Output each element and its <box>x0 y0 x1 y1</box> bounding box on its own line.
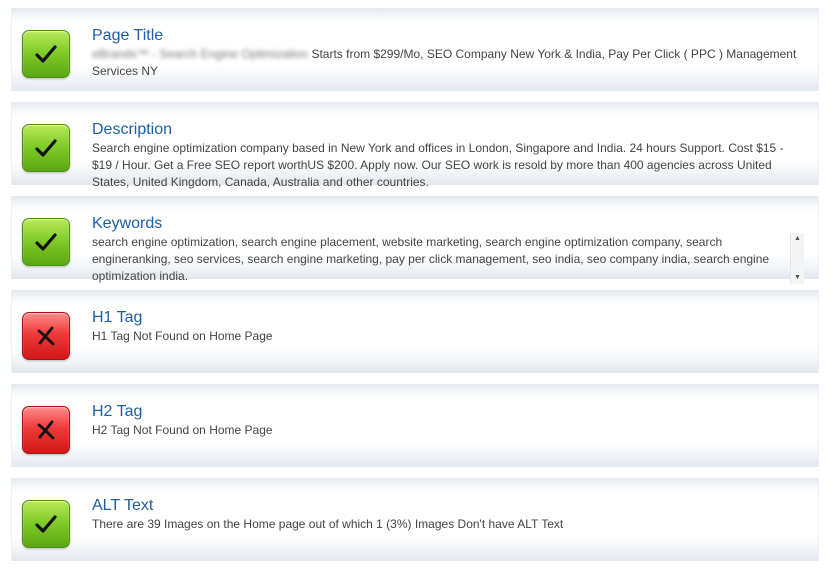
check-title: ALT Text <box>92 497 154 514</box>
check-row-h1-tag: H1 Tag H1 Tag Not Found on Home Page <box>11 290 819 373</box>
check-row-keywords: Keywords search engine optimization, sea… <box>11 196 819 284</box>
pass-badge <box>22 500 70 548</box>
check-icon <box>35 139 57 157</box>
check-content: ALT Text There are 39 Images on the Home… <box>92 496 804 533</box>
check-text: H1 Tag Not Found on Home Page <box>92 329 273 343</box>
check-title: Keywords <box>92 215 163 232</box>
check-row-alt-text: ALT Text There are 39 Images on the Home… <box>11 478 819 561</box>
seo-check-list: Page Title eBrands™ - Search Engine Opti… <box>0 0 839 571</box>
check-title: H1 Tag <box>92 309 143 326</box>
check-icon <box>35 45 57 63</box>
check-row-h2-tag: H2 Tag H2 Tag Not Found on Home Page <box>11 384 819 467</box>
check-text: H2 Tag Not Found on Home Page <box>92 423 273 437</box>
blurred-brand-text: eBrands™ - Search Engine Optimization <box>92 47 309 61</box>
check-text: Search engine optimization company based… <box>92 141 784 189</box>
fail-badge <box>22 406 70 454</box>
check-content: Page Title eBrands™ - Search Engine Opti… <box>92 26 804 80</box>
check-row-page-title: Page Title eBrands™ - Search Engine Opti… <box>11 8 819 91</box>
scroll-down-icon[interactable]: ▼ <box>791 272 804 284</box>
scroll-up-icon[interactable]: ▲ <box>791 233 804 245</box>
check-content: Keywords search engine optimization, sea… <box>92 214 804 284</box>
fail-badge <box>22 312 70 360</box>
check-title: H2 Tag <box>92 403 143 420</box>
check-icon <box>35 233 57 251</box>
check-row-description: Description Search engine optimization c… <box>11 102 819 189</box>
check-content: H1 Tag H1 Tag Not Found on Home Page <box>92 308 804 345</box>
check-content: H2 Tag H2 Tag Not Found on Home Page <box>92 402 804 439</box>
keywords-scrollbar[interactable]: ▲ ▼ <box>790 233 804 284</box>
check-content: Description Search engine optimization c… <box>92 120 804 191</box>
check-title: Page Title <box>92 27 164 44</box>
check-text: search engine optimization, search engin… <box>92 235 770 283</box>
check-title: Description <box>92 121 173 138</box>
pass-badge <box>22 124 70 172</box>
pass-badge <box>22 218 70 266</box>
cross-icon <box>37 326 55 346</box>
keywords-scroll-box[interactable]: search engine optimization, search engin… <box>92 233 804 284</box>
check-text: eBrands™ - Search Engine Optimization St… <box>92 46 804 80</box>
check-icon <box>35 515 57 533</box>
cross-icon <box>37 420 55 440</box>
pass-badge <box>22 30 70 78</box>
check-text: There are 39 Images on the Home page out… <box>92 517 564 531</box>
